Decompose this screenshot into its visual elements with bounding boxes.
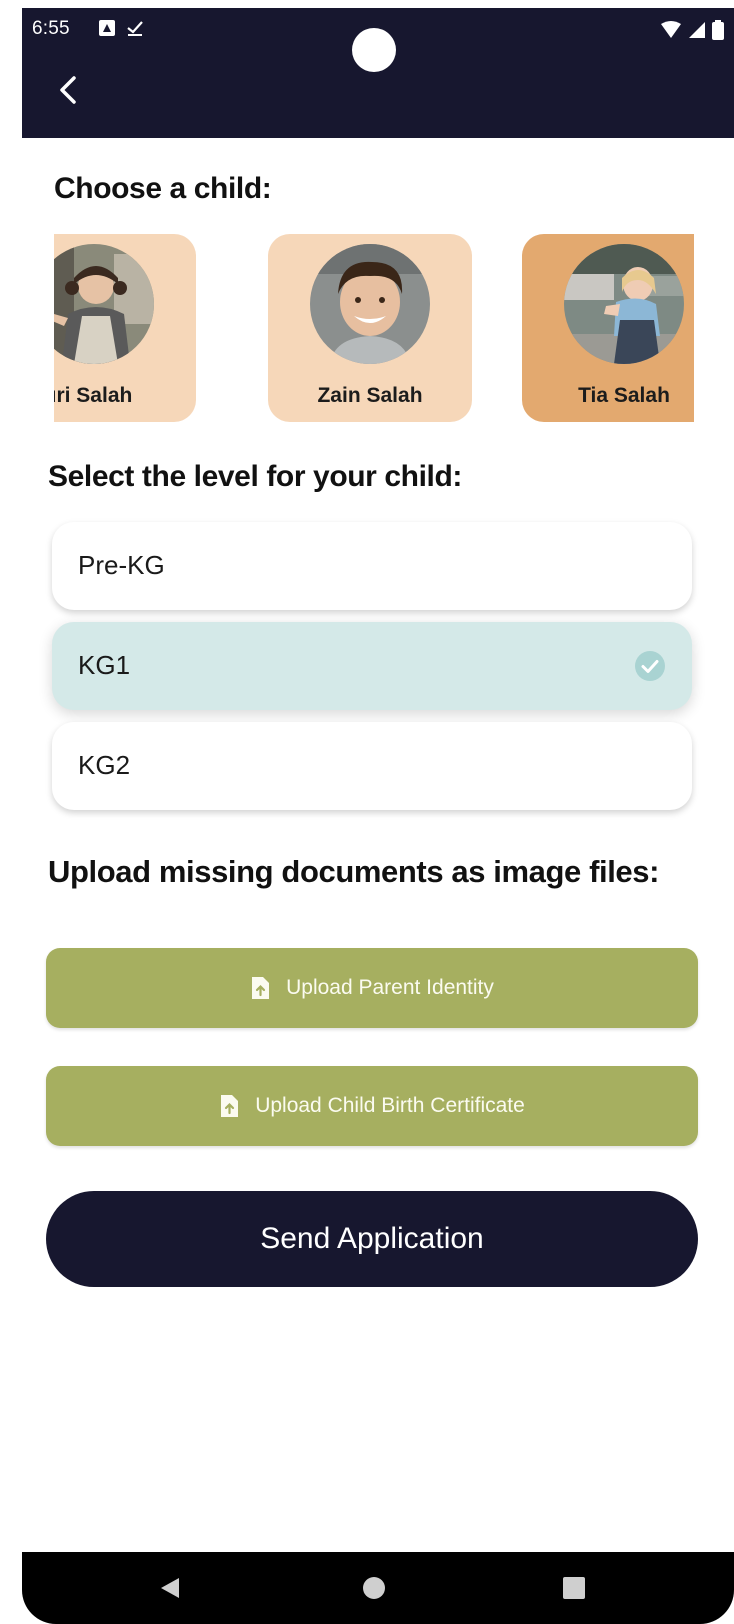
check-circle-icon xyxy=(635,651,665,681)
child-name: Zain Salah xyxy=(317,384,423,407)
back-button[interactable] xyxy=(50,70,90,110)
upload-birth-certificate-button[interactable]: Upload Child Birth Certificate xyxy=(46,1066,698,1146)
status-time: 6:55 xyxy=(32,18,70,39)
battery-icon xyxy=(712,20,724,40)
nav-home-button[interactable] xyxy=(334,1552,414,1624)
system-navigation-bar xyxy=(22,1552,734,1624)
send-application-button[interactable]: Send Application xyxy=(46,1191,698,1287)
wifi-icon xyxy=(661,21,681,38)
child-card-zain[interactable]: Zain Salah xyxy=(268,234,472,422)
triangle-back-icon xyxy=(161,1578,179,1598)
upload-documents-title: Upload missing documents as image files: xyxy=(48,854,660,889)
upload-button-label: Upload Child Birth Certificate xyxy=(255,1094,525,1117)
signal-icon xyxy=(689,22,705,38)
app-header: 6:55 xyxy=(22,8,734,138)
child-card-tia[interactable]: Tia Salah xyxy=(522,234,694,422)
square-recents-icon xyxy=(563,1577,585,1599)
child-name: Tia Salah xyxy=(578,384,670,407)
level-label: Pre-KG xyxy=(78,550,165,580)
level-option-pre-kg[interactable]: Pre-KG xyxy=(52,522,692,610)
nav-back-button[interactable] xyxy=(130,1552,210,1624)
file-upload-icon xyxy=(252,977,270,999)
system-status-icons xyxy=(660,18,724,42)
child-carousel[interactable]: Nouri Salah Zain Salah xyxy=(54,234,694,424)
child-name: Nouri Salah xyxy=(54,384,133,407)
child-avatar xyxy=(54,244,154,364)
camera-cutout xyxy=(352,28,396,72)
download-done-icon xyxy=(127,21,143,36)
file-upload-icon xyxy=(221,1095,239,1117)
child-card-nouri[interactable]: Nouri Salah xyxy=(54,234,196,422)
upload-parent-identity-button[interactable]: Upload Parent Identity xyxy=(46,948,698,1028)
child-avatar xyxy=(310,244,430,364)
choose-child-title: Choose a child: xyxy=(54,172,272,205)
phone-screen: 6:55 Choose a child: ri Salah Zain Salah… xyxy=(22,8,734,1624)
select-level-title: Select the level for your child: xyxy=(48,460,462,493)
level-label: KG1 xyxy=(78,650,131,680)
nav-recents-button[interactable] xyxy=(534,1552,614,1624)
notification-icon xyxy=(99,20,115,36)
child-avatar xyxy=(564,244,684,364)
level-label: KG2 xyxy=(78,750,131,780)
level-option-kg1[interactable]: KG1 xyxy=(52,622,692,710)
upload-button-label: Upload Parent Identity xyxy=(286,976,494,999)
level-option-kg2[interactable]: KG2 xyxy=(52,722,692,810)
circle-home-icon xyxy=(363,1577,385,1599)
